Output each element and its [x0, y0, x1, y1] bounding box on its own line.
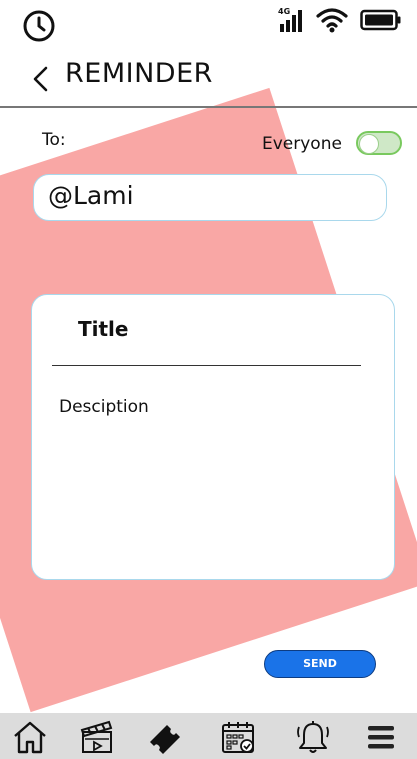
to-label: To:	[42, 130, 66, 150]
movie-clapper-icon[interactable]	[79, 719, 115, 755]
everyone-label: Everyone	[262, 134, 342, 154]
page-title: REMINDER	[65, 58, 213, 89]
ticket-icon[interactable]	[146, 719, 182, 755]
bottom-nav	[0, 713, 417, 759]
bell-icon[interactable]	[295, 719, 331, 755]
battery-icon	[360, 9, 401, 31]
title-field[interactable]: Title	[78, 317, 128, 341]
chevron-left-icon[interactable]	[30, 65, 50, 93]
description-field[interactable]: Desciption	[59, 397, 149, 417]
svg-text:4G: 4G	[278, 7, 290, 16]
header: REMINDER	[0, 50, 417, 106]
everyone-toggle[interactable]	[356, 131, 402, 155]
message-card: Title Desciption	[31, 294, 395, 580]
header-divider	[0, 106, 417, 108]
card-divider	[52, 365, 361, 366]
toggle-knob	[359, 134, 379, 154]
recipient-input[interactable]: @Lami	[33, 174, 387, 221]
clock-icon	[23, 10, 55, 42]
send-button[interactable]: SEND	[264, 650, 376, 678]
home-icon[interactable]	[12, 719, 48, 755]
status-bar: 4G	[0, 0, 417, 50]
menu-icon[interactable]	[363, 719, 399, 755]
wifi-icon	[316, 8, 348, 33]
calendar-icon[interactable]	[220, 719, 256, 755]
signal-4g-icon: 4G	[278, 7, 302, 32]
